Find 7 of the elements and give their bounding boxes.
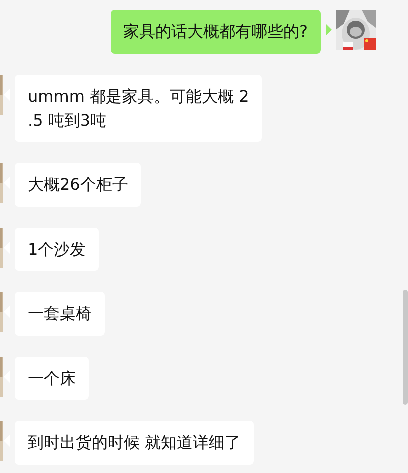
- scrollbar[interactable]: [403, 290, 408, 405]
- bubble-tail: [4, 370, 10, 382]
- bubble-tail: [4, 306, 10, 318]
- bubble-tail: [4, 89, 10, 101]
- bubble-tail: [4, 435, 10, 447]
- bubble-tail: [4, 177, 10, 189]
- bubble-tail: [4, 242, 10, 254]
